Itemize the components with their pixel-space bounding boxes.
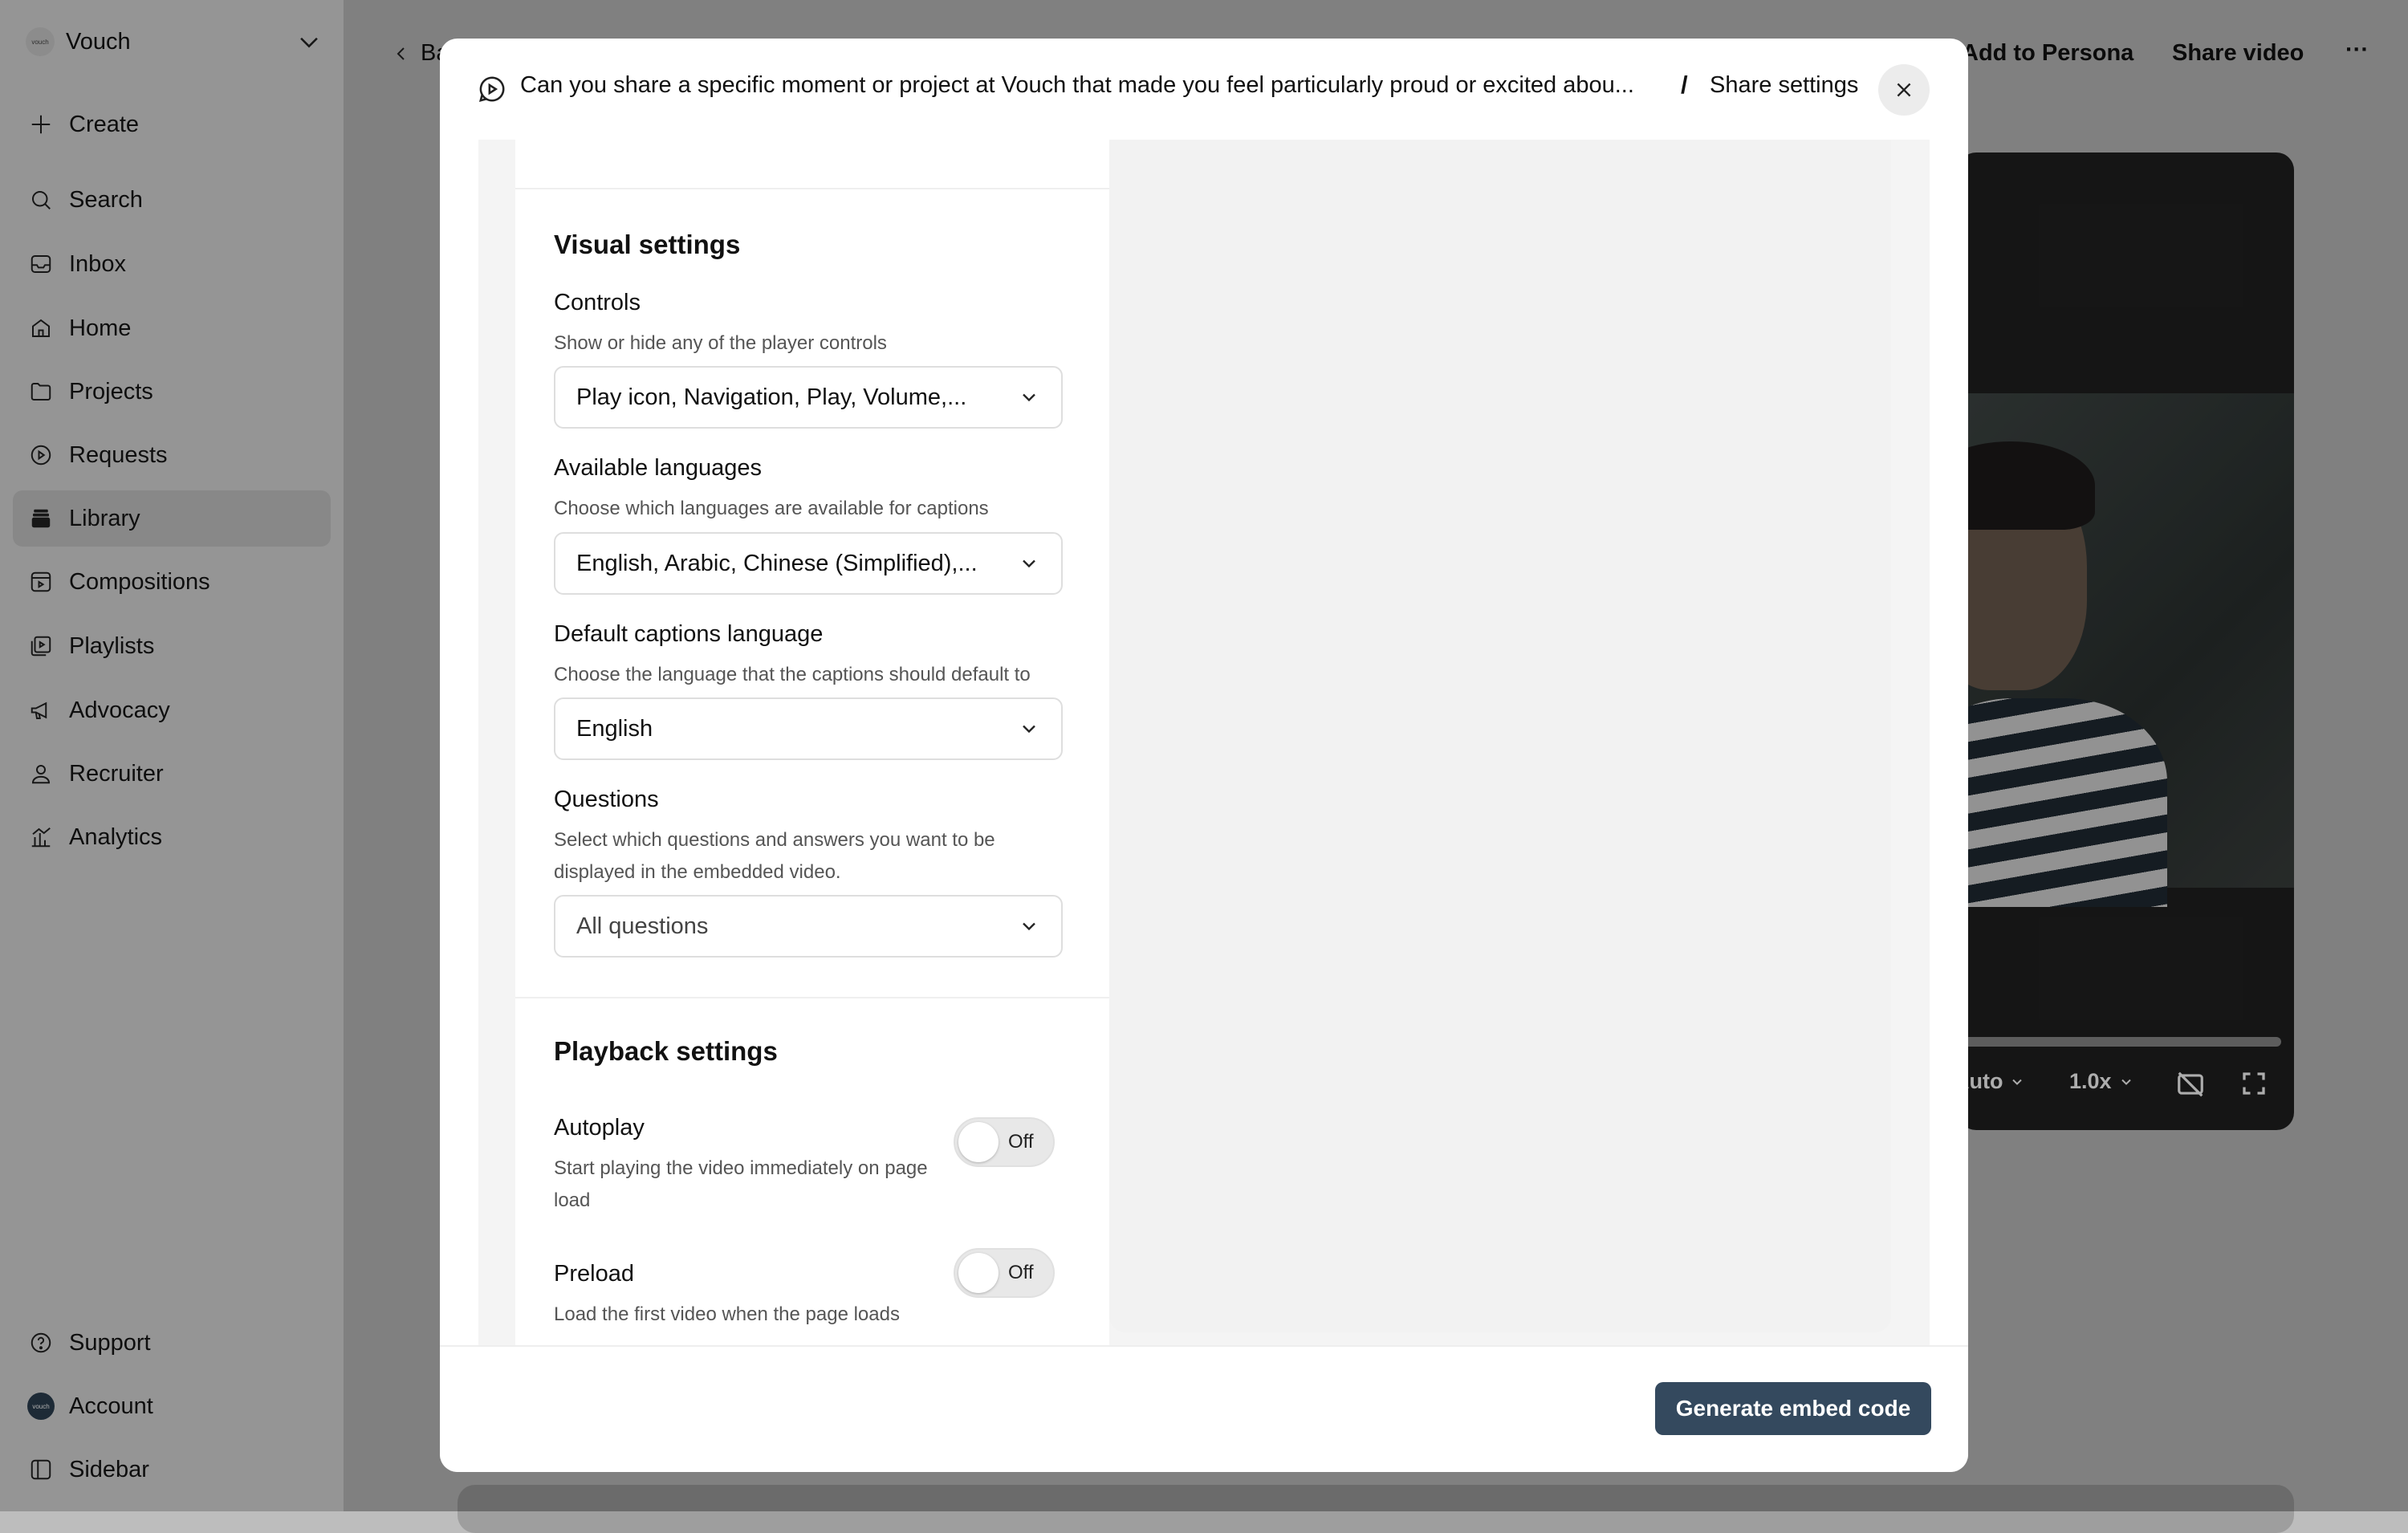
questions-label: Questions bbox=[554, 787, 659, 812]
toggle-knob bbox=[958, 1122, 999, 1162]
languages-select[interactable]: English, Arabic, Chinese (Simplified),..… bbox=[554, 532, 1063, 595]
generate-embed-code-button[interactable]: Generate embed code bbox=[1655, 1382, 1931, 1435]
chevron-down-icon bbox=[1018, 718, 1040, 740]
modal-footer: Generate embed code bbox=[440, 1345, 1968, 1472]
settings-column[interactable]: Visual settings Controls Show or hide an… bbox=[478, 140, 1109, 1345]
default-captions-help: Choose the language that the captions sh… bbox=[554, 664, 1031, 685]
close-button[interactable] bbox=[1878, 64, 1930, 116]
autoplay-help: Start playing the video immediately on p… bbox=[554, 1157, 928, 1211]
preload-toggle[interactable]: Off bbox=[954, 1248, 1055, 1298]
controls-help: Show or hide any of the player controls bbox=[554, 332, 887, 354]
chevron-down-icon bbox=[1018, 386, 1040, 409]
modal-body: Visual settings Controls Show or hide an… bbox=[478, 140, 1930, 1345]
breadcrumb-separator: / bbox=[1681, 71, 1688, 99]
languages-help: Choose which languages are available for… bbox=[554, 498, 989, 519]
controls-label: Controls bbox=[554, 290, 641, 315]
toggle-state: Off bbox=[1008, 1131, 1034, 1153]
autoplay-toggle[interactable]: Off bbox=[954, 1117, 1055, 1167]
section-title-visual: Visual settings bbox=[554, 230, 741, 259]
languages-value: English, Arabic, Chinese (Simplified),..… bbox=[576, 550, 978, 576]
share-settings-modal: Can you share a specific moment or proje… bbox=[440, 39, 1968, 1472]
section-title-playback: Playback settings bbox=[554, 1036, 778, 1066]
questions-select[interactable]: All questions bbox=[554, 895, 1063, 958]
questions-help: Select which questions and answers you w… bbox=[554, 829, 995, 883]
preload-label: Preload bbox=[554, 1261, 634, 1287]
embed-preview-area bbox=[1109, 140, 1891, 1332]
chevron-down-icon bbox=[1018, 552, 1040, 575]
toggle-state: Off bbox=[1008, 1262, 1034, 1283]
preload-help: Load the first video when the page loads bbox=[554, 1303, 900, 1325]
default-captions-select[interactable]: English bbox=[554, 697, 1063, 760]
controls-value: Play icon, Navigation, Play, Volume,... bbox=[576, 384, 967, 410]
toggle-knob bbox=[958, 1253, 999, 1293]
breadcrumb-current: Share settings bbox=[1710, 72, 1859, 98]
default-captions-value: English bbox=[576, 715, 653, 742]
controls-select[interactable]: Play icon, Navigation, Play, Volume,... bbox=[554, 366, 1063, 429]
modal-header: Can you share a specific moment or proje… bbox=[440, 39, 1968, 140]
question-title: Can you share a specific moment or proje… bbox=[520, 72, 1634, 98]
settings-panel: Visual settings Controls Show or hide an… bbox=[515, 140, 1109, 1345]
close-icon bbox=[1893, 79, 1914, 100]
autoplay-label: Autoplay bbox=[554, 1115, 645, 1141]
chevron-down-icon bbox=[1018, 915, 1040, 937]
question-video-icon bbox=[477, 74, 507, 104]
default-captions-label: Default captions language bbox=[554, 621, 824, 647]
languages-label: Available languages bbox=[554, 455, 763, 481]
questions-value: All questions bbox=[576, 913, 709, 939]
